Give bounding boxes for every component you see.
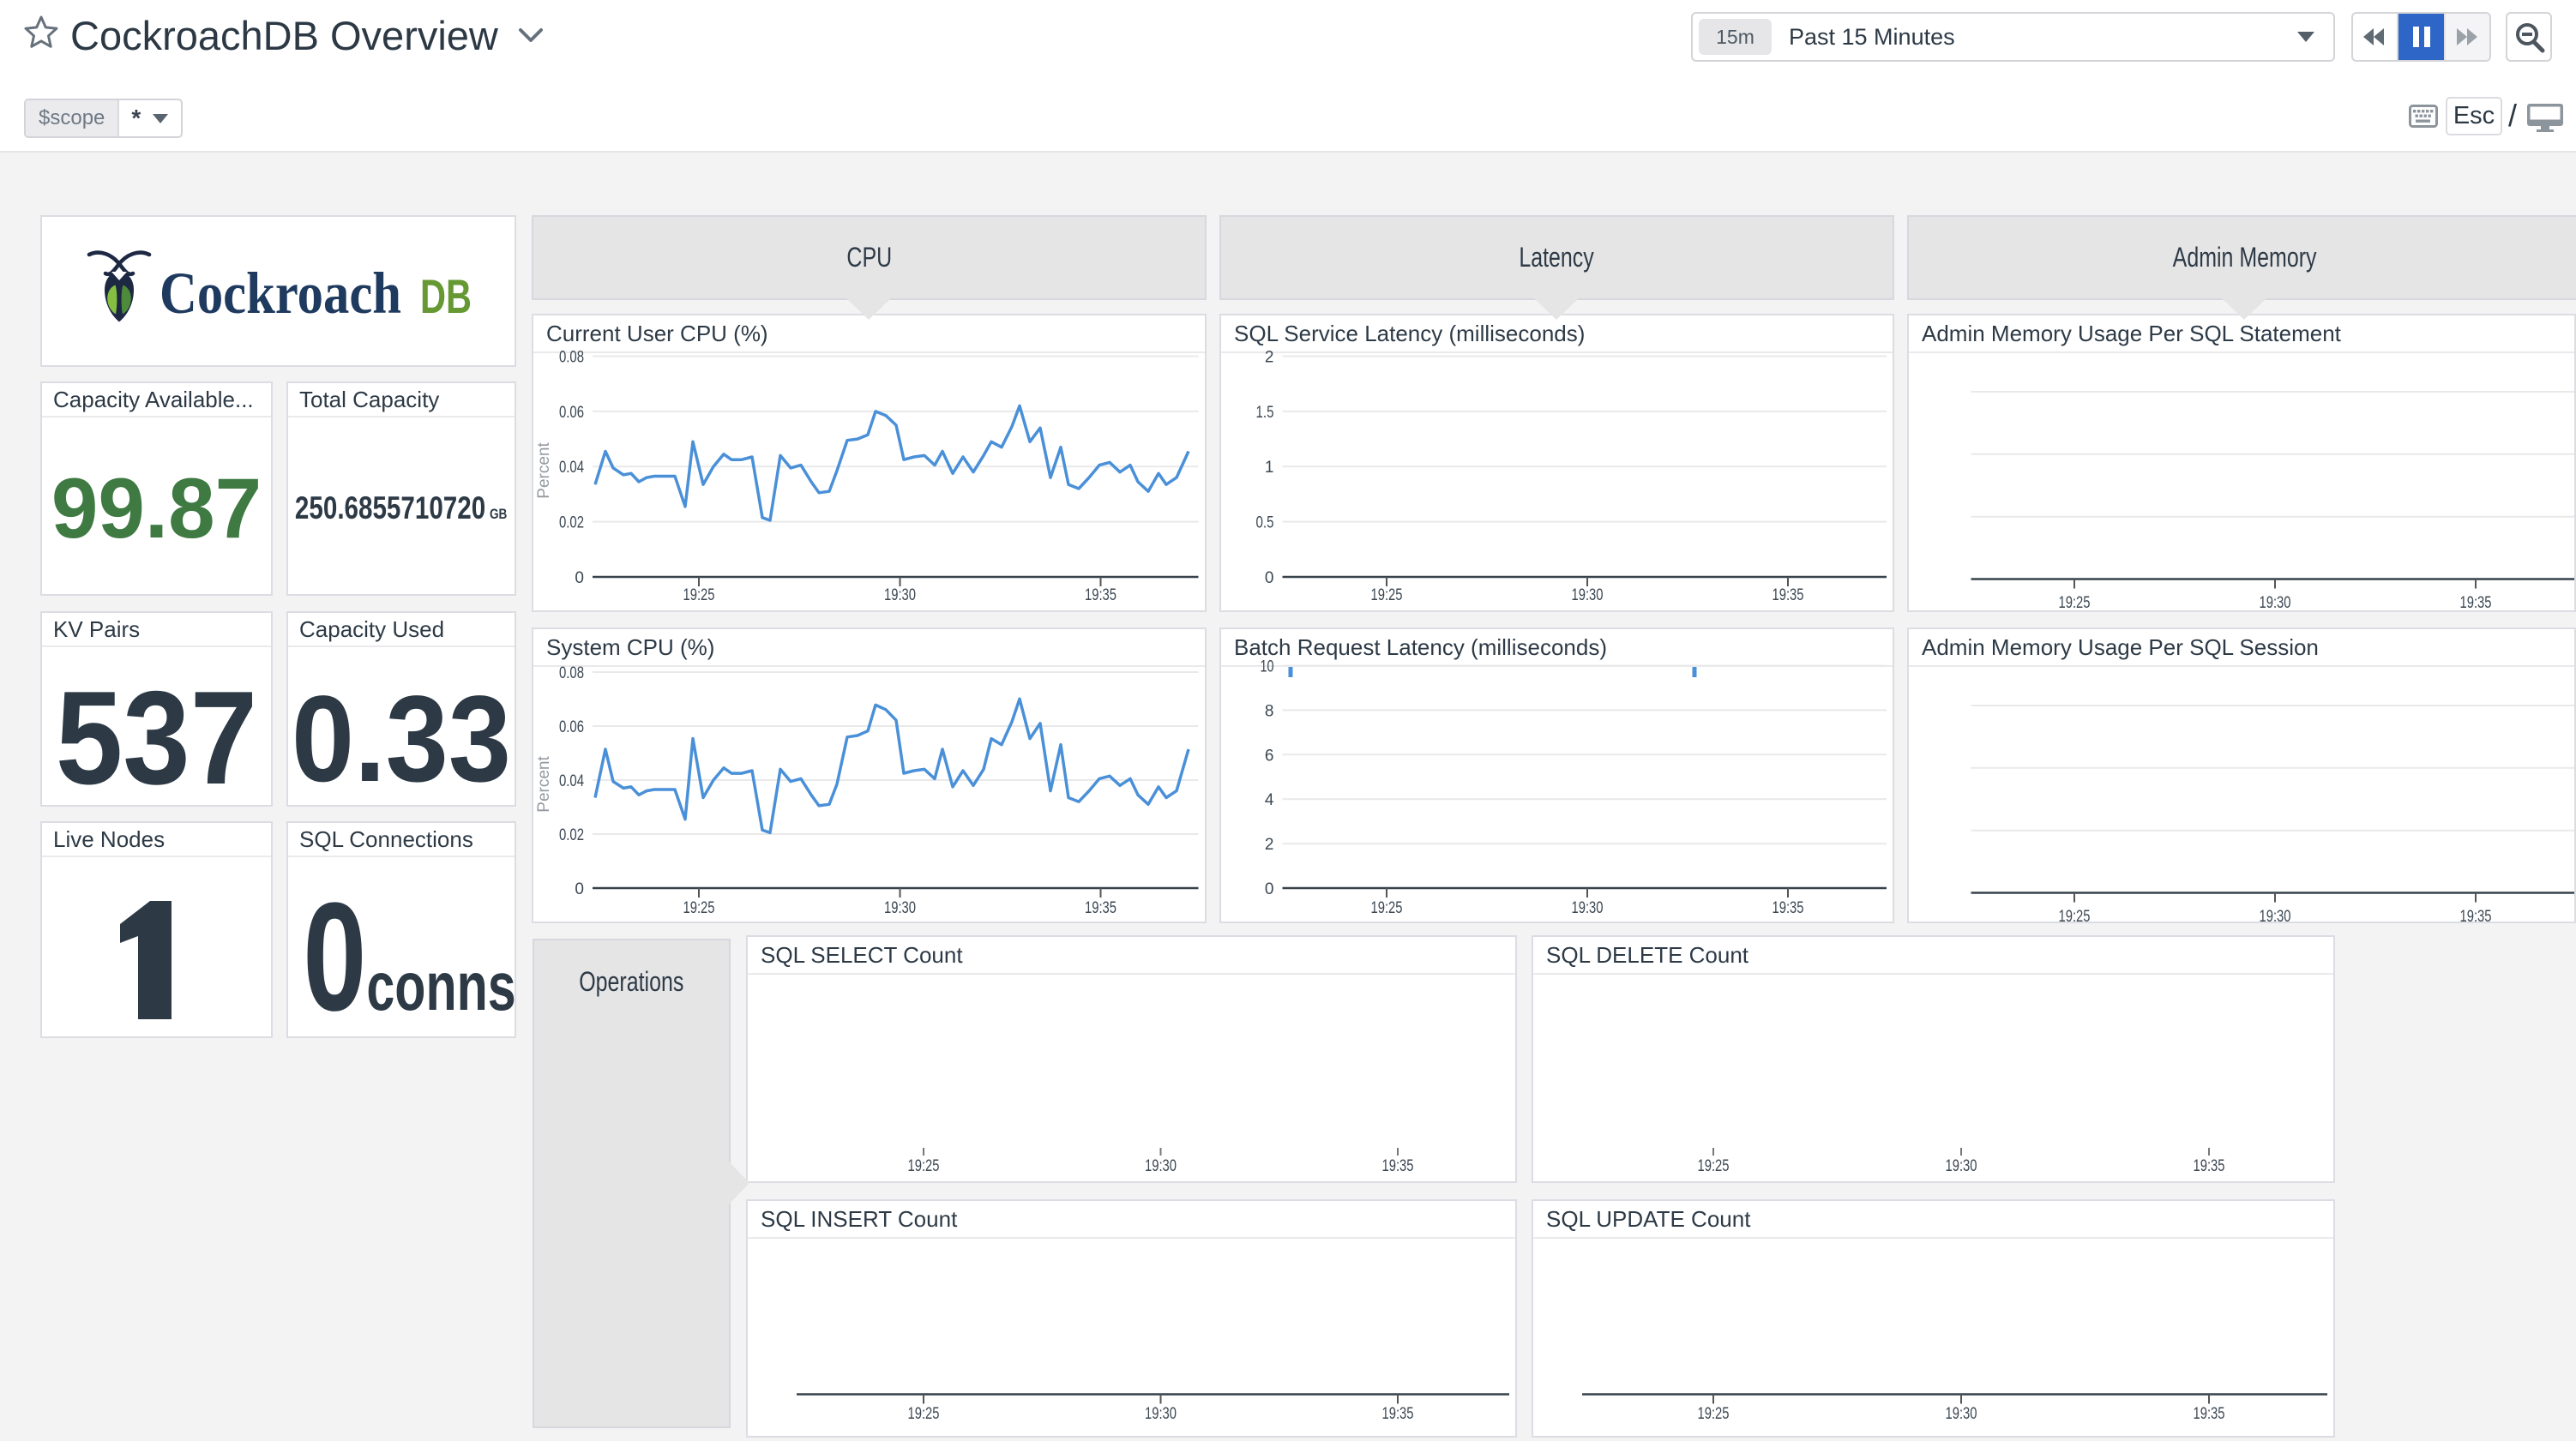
svg-text:1: 1: [1265, 459, 1274, 477]
svg-text:0.08: 0.08: [559, 349, 584, 367]
svg-text:19:25: 19:25: [683, 899, 715, 917]
svg-text:19:35: 19:35: [1773, 586, 1804, 604]
svg-text:0: 0: [575, 569, 584, 587]
svg-text:0.06: 0.06: [559, 404, 584, 422]
svg-text:19:25: 19:25: [1371, 899, 1403, 917]
svg-text:10: 10: [1261, 658, 1274, 676]
svg-text:19:25: 19:25: [908, 1405, 940, 1423]
svg-text:19:35: 19:35: [2194, 1157, 2225, 1175]
svg-text:2: 2: [1265, 836, 1274, 854]
svg-text:19:25: 19:25: [2059, 908, 2091, 922]
svg-text:19:25: 19:25: [1371, 586, 1403, 604]
svg-text:19:35: 19:35: [1382, 1405, 1414, 1423]
svg-text:19:25: 19:25: [1698, 1405, 1730, 1423]
svg-text:19:30: 19:30: [1946, 1405, 1977, 1423]
svg-text:8: 8: [1265, 702, 1274, 720]
svg-text:0.04: 0.04: [559, 772, 584, 790]
svg-text:0: 0: [1265, 880, 1274, 898]
svg-text:Percent: Percent: [535, 442, 553, 499]
svg-text:Cockroach: Cockroach: [159, 261, 401, 326]
svg-text:0.04: 0.04: [559, 459, 584, 477]
svg-text:19:30: 19:30: [2260, 908, 2291, 922]
svg-text:6: 6: [1265, 747, 1274, 765]
svg-text:19:35: 19:35: [2460, 908, 2492, 922]
svg-text:19:35: 19:35: [2460, 594, 2492, 610]
svg-text:Percent: Percent: [535, 756, 553, 813]
svg-text:19:25: 19:25: [2059, 594, 2091, 610]
svg-text:19:35: 19:35: [2194, 1405, 2225, 1423]
svg-text:DB: DB: [420, 269, 472, 323]
svg-text:19:30: 19:30: [1572, 899, 1604, 917]
svg-text:19:25: 19:25: [683, 586, 715, 604]
svg-text:19:25: 19:25: [908, 1157, 940, 1175]
svg-text:19:30: 19:30: [1946, 1157, 1977, 1175]
svg-text:2: 2: [1265, 349, 1274, 367]
svg-text:19:30: 19:30: [1145, 1405, 1177, 1423]
svg-text:19:35: 19:35: [1382, 1157, 1414, 1175]
svg-text:0: 0: [575, 880, 584, 898]
svg-text:1.5: 1.5: [1256, 404, 1274, 422]
svg-text:19:30: 19:30: [2260, 594, 2291, 610]
svg-text:19:30: 19:30: [884, 899, 916, 917]
svg-text:19:25: 19:25: [1698, 1157, 1730, 1175]
svg-text:19:35: 19:35: [1085, 586, 1116, 604]
svg-text:19:30: 19:30: [884, 586, 916, 604]
svg-text:0.02: 0.02: [559, 514, 584, 532]
svg-text:0.06: 0.06: [559, 718, 584, 736]
svg-text:4: 4: [1265, 791, 1274, 809]
svg-text:0.02: 0.02: [559, 826, 584, 844]
svg-text:19:35: 19:35: [1085, 899, 1116, 917]
svg-text:0.08: 0.08: [559, 664, 584, 682]
svg-text:19:30: 19:30: [1145, 1157, 1177, 1175]
svg-text:0.5: 0.5: [1256, 514, 1274, 532]
svg-text:19:30: 19:30: [1572, 586, 1604, 604]
svg-text:0: 0: [1265, 569, 1274, 587]
svg-text:19:35: 19:35: [1773, 899, 1804, 917]
